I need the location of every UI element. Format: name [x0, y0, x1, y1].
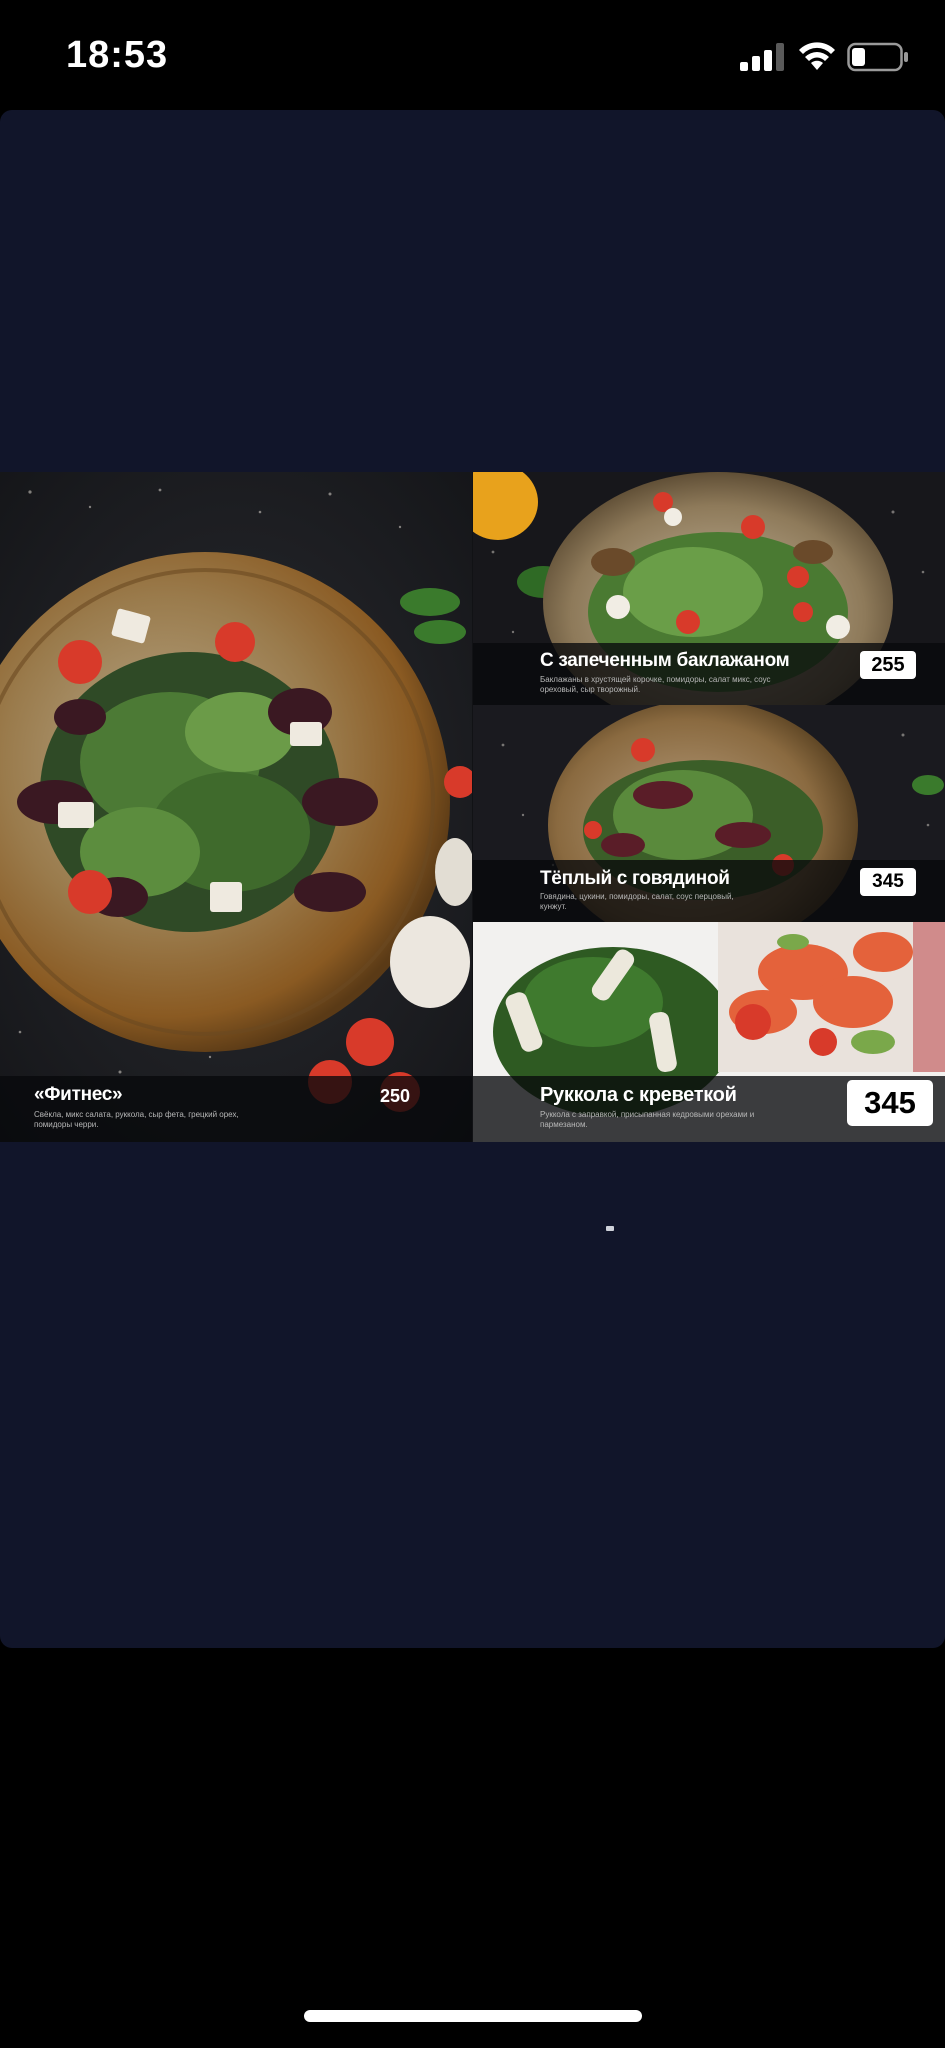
cellular-signal-icon	[740, 43, 784, 71]
dish-panel-beef: Тёплый с говядиной Говядина, цукини, пом…	[473, 705, 945, 922]
dish-name: С запеченным баклажаном	[540, 650, 790, 671]
dish-description: Говядина, цукини, помидоры, салат, соус …	[540, 892, 734, 911]
wifi-icon	[799, 42, 835, 70]
dish-name: Руккола с креветкой	[540, 1084, 737, 1106]
dish-price: 250	[380, 1086, 411, 1106]
dish-name: «Фитнес»	[34, 1084, 123, 1105]
dish-price: 345	[847, 1080, 933, 1126]
dish-name: Тёплый с говядиной	[540, 868, 730, 889]
dish-description: Свёкла, микс салата, руккола, сыр фета, …	[34, 1110, 239, 1129]
dish-price: 345	[860, 868, 916, 896]
dish-price: 255	[860, 651, 916, 679]
page-indicator	[606, 1226, 614, 1231]
status-bar: 18:53	[0, 0, 945, 110]
dish-panel-eggplant: С запеченным баклажаном Баклажаны в хрус…	[473, 472, 945, 705]
dish-description: Руккола с заправкой, присыпанная кедровы…	[540, 1110, 755, 1129]
dish-caption: Руккола с креветкой Руккола с заправкой,…	[473, 1076, 945, 1142]
dish-caption: С запеченным баклажаном Баклажаны в хрус…	[473, 643, 945, 705]
menu-spread-image[interactable]: «Фитнес» Свёкла, микс салата, руккола, с…	[0, 472, 945, 1142]
home-indicator[interactable]	[304, 2010, 642, 2022]
dish-description: Баклажаны в хрустящей корочке, помидоры,…	[540, 675, 771, 694]
status-time: 18:53	[66, 34, 169, 76]
dish-panel-shrimp: Руккола с креветкой Руккола с заправкой,…	[473, 922, 945, 1142]
dish-caption: «Фитнес» Свёкла, микс салата, руккола, с…	[0, 1076, 472, 1142]
dish-photo-fitness	[0, 472, 472, 1142]
battery-low-icon	[847, 42, 908, 72]
dish-panel-fitness: «Фитнес» Свёкла, микс салата, руккола, с…	[0, 472, 472, 1142]
dish-caption: Тёплый с говядиной Говядина, цукини, пом…	[473, 860, 945, 922]
